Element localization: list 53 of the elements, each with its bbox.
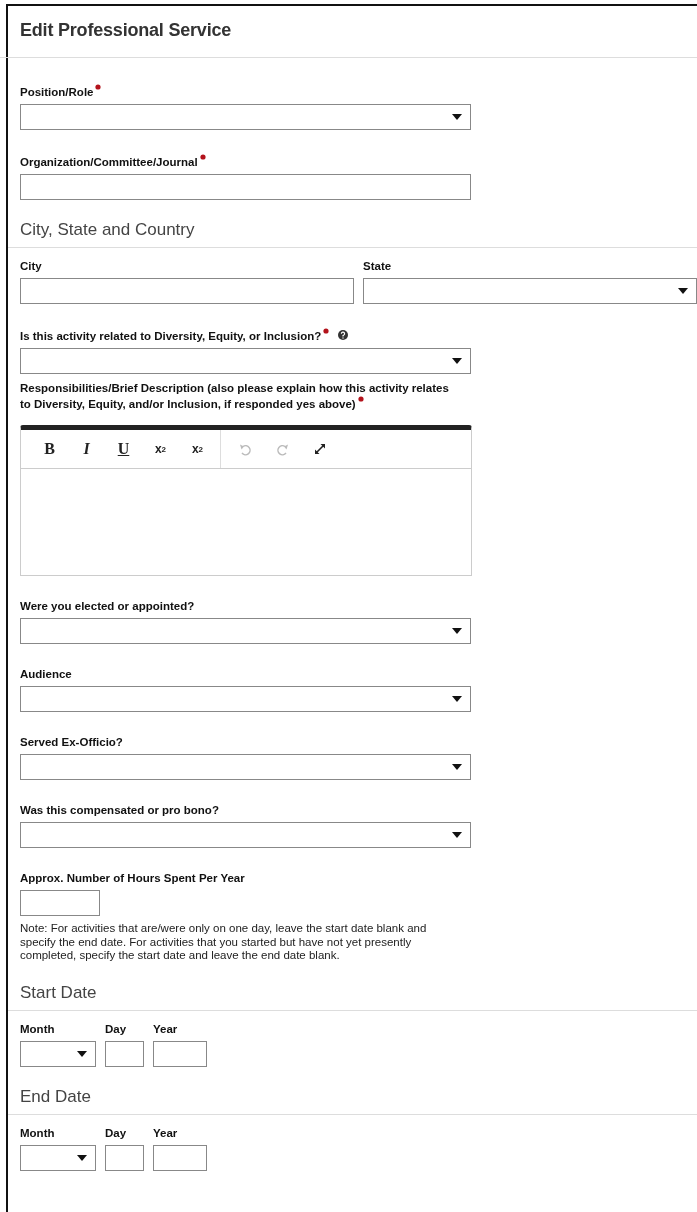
- field-label: Were you elected or appointed?: [20, 600, 196, 613]
- select-field[interactable]: [20, 348, 471, 374]
- expand-icon[interactable]: [313, 443, 326, 455]
- field-label: Year: [153, 1126, 179, 1140]
- day-field[interactable]: [105, 1144, 144, 1171]
- format-button[interactable]: I: [68, 437, 105, 461]
- select-field[interactable]: [20, 754, 471, 780]
- field-label: State: [363, 260, 393, 273]
- caret-icon: [77, 1154, 87, 1161]
- field-label: Day: [105, 1126, 128, 1140]
- caret-icon: [452, 764, 462, 770]
- field-label: Year: [153, 1022, 179, 1036]
- select-field[interactable]: [20, 618, 471, 644]
- field-label: Approx. Number of Hours Spent Per Year: [20, 872, 246, 885]
- field-label: Is this activity related to Diversity, Equity, or Inclusion?: [20, 328, 697, 343]
- field-label: Responsibilities/Brief Description (also please explain how this activity relates to Diversity, Equity, and/or Inclusion, if responded yes above): [20, 382, 450, 411]
- form-title: Edit Professional Service: [20, 19, 233, 41]
- format-button[interactable]: x$^{2}$: [142, 437, 179, 461]
- year-field[interactable]: [153, 1144, 207, 1171]
- select-field[interactable]: [20, 686, 471, 712]
- input-field[interactable]: [20, 174, 471, 200]
- section-heading: Start Date: [20, 982, 98, 1003]
- select-field[interactable]: [20, 104, 471, 130]
- field-label: Day: [105, 1022, 128, 1036]
- format-button[interactable]: U: [105, 437, 142, 461]
- input-field[interactable]: [20, 278, 354, 304]
- field-label: Position/Role: [20, 84, 697, 99]
- caret-icon: [452, 114, 462, 120]
- caret-icon: [452, 628, 462, 634]
- year-field[interactable]: [153, 1040, 207, 1067]
- field-label: Month: [20, 1022, 56, 1036]
- day-field[interactable]: [105, 1040, 144, 1067]
- field-label: Served Ex-Officio?: [20, 736, 124, 749]
- select-field[interactable]: [20, 822, 471, 848]
- field-label: Audience: [20, 668, 73, 681]
- note-text: Note: For activities that are/were only on one day, leave the start date blank and specify the end date. For activities that you started but have not yet presently completed, specify the start date and leave the end date blank.: [20, 922, 428, 963]
- format-button[interactable]: B: [31, 437, 68, 461]
- section-heading: End Date: [20, 1086, 92, 1107]
- field-label: City: [20, 260, 43, 273]
- caret-icon: [452, 358, 462, 364]
- month-select[interactable]: [20, 1144, 96, 1171]
- field-label: Organization/Committee/Journal: [20, 154, 697, 169]
- field-label: Month: [20, 1126, 56, 1140]
- caret-icon: [452, 832, 462, 838]
- help-icon[interactable]: [338, 330, 349, 340]
- caret-icon: [77, 1050, 87, 1057]
- section-heading: City, State and Country: [20, 220, 196, 240]
- month-select[interactable]: [20, 1040, 96, 1067]
- caret-icon: [452, 696, 462, 702]
- input-field[interactable]: [20, 890, 100, 916]
- caret-icon: [678, 288, 688, 294]
- field-label: Was this compensated or pro bono?: [20, 804, 220, 817]
- select-field[interactable]: [363, 278, 697, 304]
